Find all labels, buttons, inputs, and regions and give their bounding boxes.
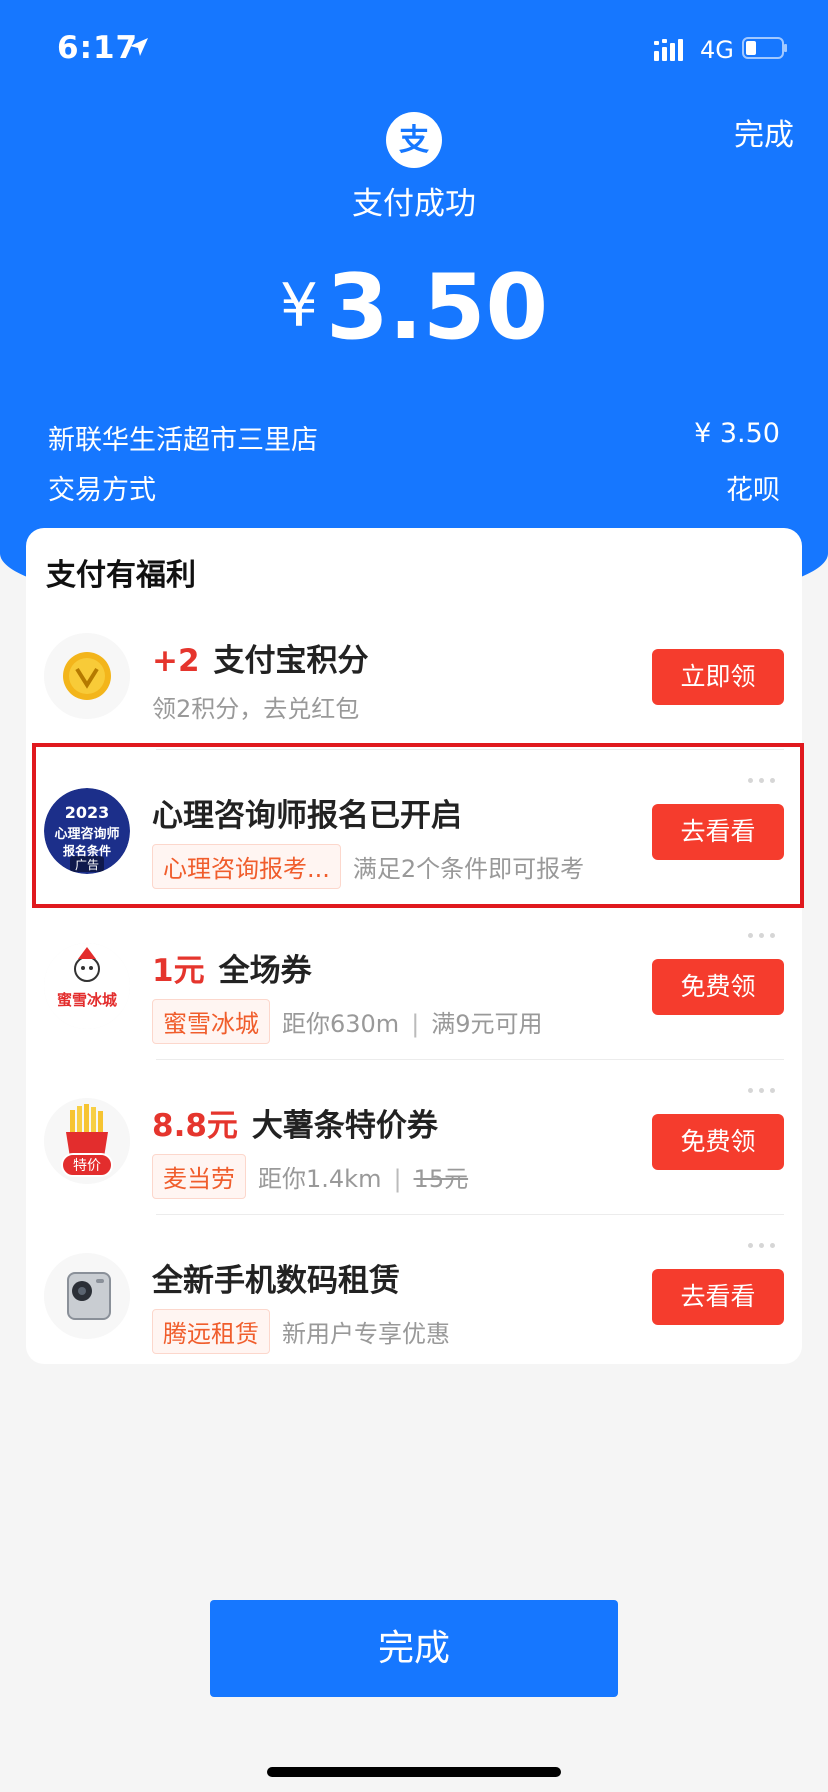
mixue-logo: 蜜雪冰城 [44, 943, 130, 1029]
network-type: 4G [700, 36, 734, 64]
claim-points-button[interactable]: 立即领 [652, 649, 784, 705]
benefit-subtitle: 腾远租赁 新用户专享优惠 [152, 1309, 450, 1354]
svg-text:支: 支 [399, 123, 429, 158]
fries-icon: 特价 [44, 1098, 130, 1184]
currency-symbol: ¥ [279, 271, 319, 341]
home-indicator [267, 1767, 561, 1777]
done-button[interactable]: 完成 [210, 1600, 618, 1697]
more-options-icon[interactable] [748, 923, 782, 938]
view-phone-rental-button[interactable]: 去看看 [652, 1269, 784, 1325]
location-arrow-icon [130, 38, 148, 56]
merchant-tag: 麦当劳 [152, 1154, 246, 1199]
special-price-badge: 特价 [73, 1158, 101, 1174]
amount-value: 3.50 [326, 255, 549, 360]
battery-icon [742, 37, 787, 59]
signal-icon [654, 39, 683, 61]
more-options-icon[interactable] [748, 1233, 782, 1248]
gold-coin-icon [44, 633, 130, 719]
status-bar: 6:17 4G [0, 0, 828, 100]
alipay-logo-icon: 支 [386, 112, 442, 168]
status-time: 6:17 [57, 30, 139, 66]
payment-status-text: 支付成功 [352, 186, 476, 222]
benefit-subtitle: 麦当劳 距你1.4km | 15元 [152, 1154, 468, 1199]
merchant-tag: 腾远租赁 [152, 1309, 270, 1354]
benefit-subtitle: 蜜雪冰城 距你630m | 满9元可用 [152, 999, 543, 1044]
benefit-item-mixue[interactable]: 蜜雪冰城 1元 全场券 蜜雪冰城 距你630m | 满9元可用 免费领 [26, 905, 802, 1060]
merchant-tag: 蜜雪冰城 [152, 999, 270, 1044]
merchant-amount: ¥ 3.50 [694, 418, 780, 449]
payment-method-row: 交易方式 花呗 [48, 468, 780, 507]
claim-mixue-coupon-button[interactable]: 免费领 [652, 959, 784, 1015]
payment-amount: ¥3.50 [0, 255, 828, 360]
benefit-subtitle: 领2积分，去兑红包 [152, 695, 360, 723]
benefit-item-mcdonalds[interactable]: 特价 8.8元 大薯条特价券 麦当劳 距你1.4km | 15元 免费领 [26, 1060, 802, 1215]
benefits-card: 支付有福利 +2 支付宝积分 领2积分，去兑红包 立即领 2023 心理咨询师 报… [26, 528, 802, 1364]
highlight-annotation-box [32, 743, 804, 908]
merchant-name: 新联华生活超市三里店 [48, 425, 318, 456]
merchant-row: 新联华生活超市三里店 ¥ 3.50 [48, 418, 780, 457]
done-top-button[interactable]: 完成 [734, 110, 794, 154]
benefit-item-points[interactable]: +2 支付宝积分 领2积分，去兑红包 立即领 [26, 595, 802, 750]
phone-icon [44, 1253, 130, 1339]
payment-method-label: 交易方式 [48, 475, 156, 506]
benefit-title: 1元 全场券 [152, 953, 312, 989]
mixue-logo-text: 蜜雪冰城 [57, 991, 117, 1009]
original-price: 15元 [413, 1165, 469, 1193]
payment-method-value: 花呗 [726, 475, 780, 506]
benefits-title: 支付有福利 [46, 558, 196, 593]
benefit-item-phone-rental[interactable]: 全新手机数码租赁 腾远租赁 新用户专享优惠 去看看 [26, 1215, 802, 1370]
benefit-title: 8.8元 大薯条特价券 [152, 1108, 438, 1144]
benefit-title: 全新手机数码租赁 [152, 1263, 400, 1299]
claim-fries-coupon-button[interactable]: 免费领 [652, 1114, 784, 1170]
more-options-icon[interactable] [748, 1078, 782, 1093]
benefit-title: +2 支付宝积分 [152, 643, 369, 679]
